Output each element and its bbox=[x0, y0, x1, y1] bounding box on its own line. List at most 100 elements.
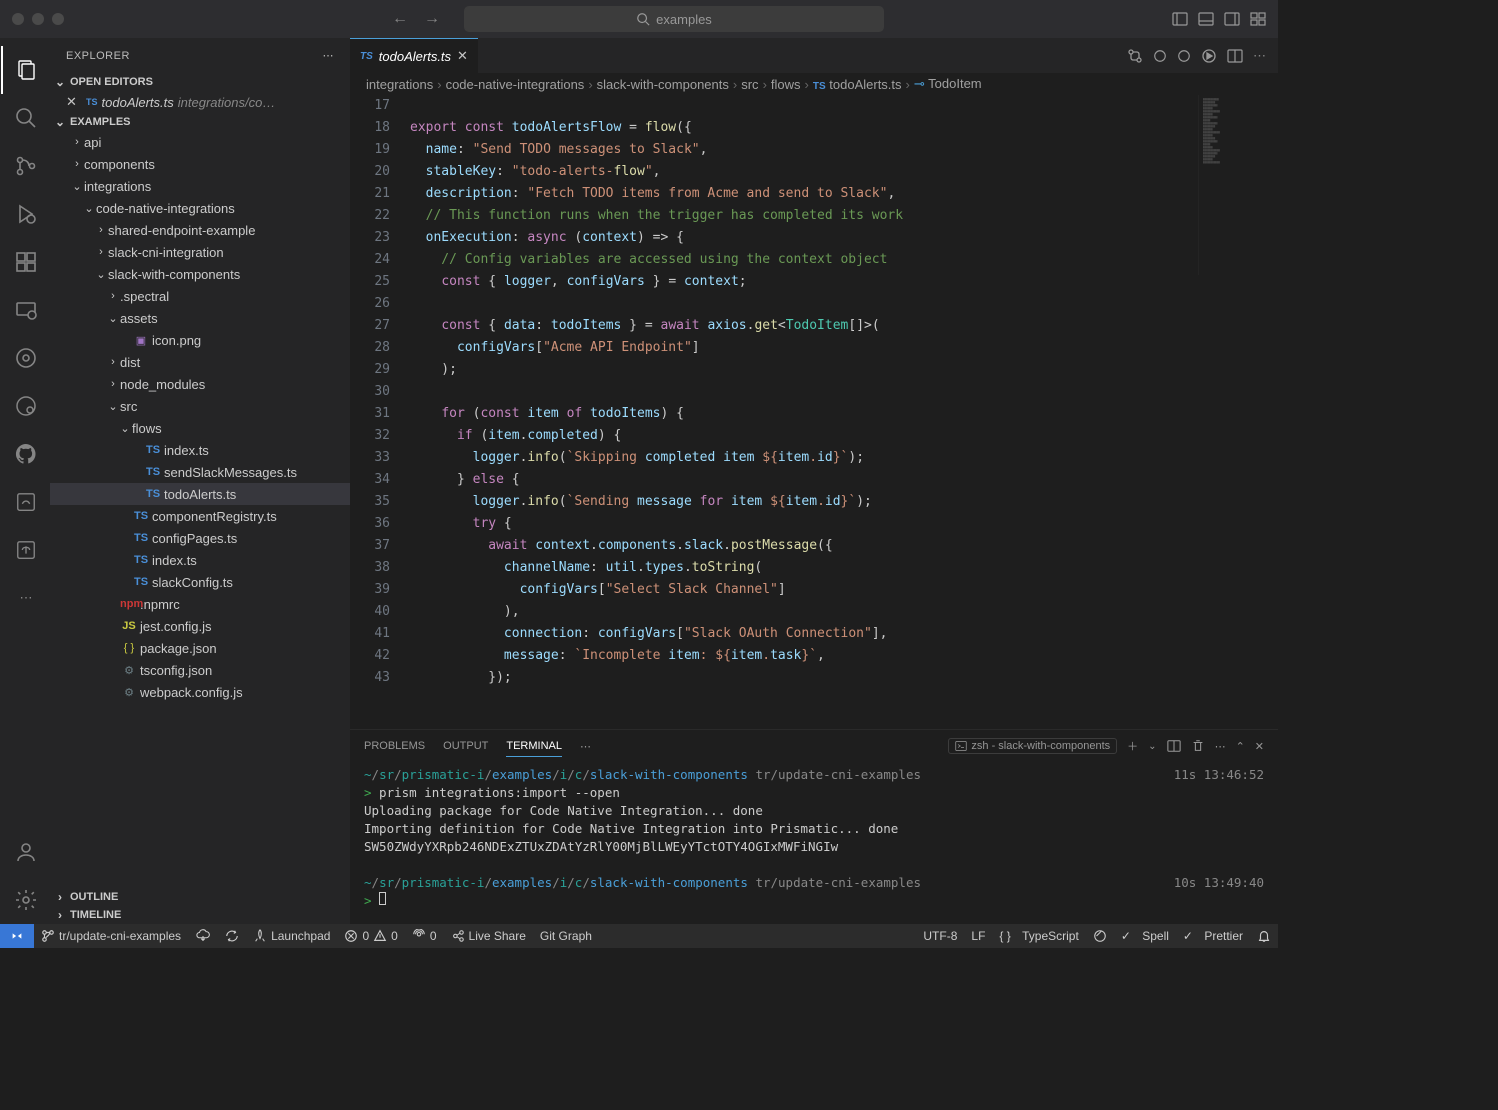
tree-folder[interactable]: ›shared-endpoint-example bbox=[50, 219, 350, 241]
close-tab-icon[interactable]: ✕ bbox=[457, 48, 468, 64]
git-compare-icon[interactable] bbox=[1127, 48, 1143, 64]
new-terminal-icon[interactable]: ＋ bbox=[1127, 738, 1138, 754]
search-view-icon[interactable] bbox=[1, 94, 49, 142]
tree-file[interactable]: TSsendSlackMessages.ts bbox=[50, 461, 350, 483]
breadcrumb-segment[interactable]: flows bbox=[771, 77, 801, 92]
encoding-status[interactable]: UTF-8 bbox=[916, 924, 964, 948]
extension-icon-1[interactable] bbox=[1, 478, 49, 526]
terminal-tab[interactable]: TERMINAL bbox=[506, 736, 562, 757]
docker-icon[interactable] bbox=[1, 382, 49, 430]
liveshare-status[interactable]: Live Share bbox=[444, 924, 533, 948]
output-tab[interactable]: OUTPUT bbox=[443, 736, 488, 756]
breadcrumb[interactable]: integrations›code-native-integrations›sl… bbox=[350, 73, 1278, 95]
eslint-status[interactable] bbox=[1086, 924, 1114, 948]
tree-file[interactable]: TStodoAlerts.ts bbox=[50, 483, 350, 505]
tree-folder[interactable]: ›node_modules bbox=[50, 373, 350, 395]
open-editors-section[interactable]: ⌄ OPEN EDITORS bbox=[50, 73, 350, 91]
panel-more-icon[interactable]: ⋯ bbox=[580, 740, 591, 753]
run-icon[interactable] bbox=[1201, 48, 1217, 64]
launchpad-status[interactable]: Launchpad bbox=[246, 924, 337, 948]
breadcrumb-segment[interactable]: slack-with-components bbox=[597, 77, 729, 92]
remote-indicator[interactable] bbox=[0, 924, 34, 948]
maximize-panel-icon[interactable]: ⌃ bbox=[1236, 740, 1245, 753]
settings-gear-icon[interactable] bbox=[1, 876, 49, 924]
source-control-view-icon[interactable] bbox=[1, 142, 49, 190]
tree-file[interactable]: JSjest.config.js bbox=[50, 615, 350, 637]
sync-icon[interactable] bbox=[218, 924, 246, 948]
tree-folder[interactable]: ⌄src bbox=[50, 395, 350, 417]
zoom-window[interactable] bbox=[52, 13, 64, 25]
nav-next-icon[interactable] bbox=[1177, 49, 1191, 63]
breadcrumb-segment[interactable]: ⊸ TodoItem bbox=[914, 76, 982, 92]
spell-status[interactable]: ✓ Spell bbox=[1114, 924, 1176, 948]
layout-panel-bottom-icon[interactable] bbox=[1198, 11, 1214, 27]
tree-file[interactable]: npm.npmrc bbox=[50, 593, 350, 615]
tree-file[interactable]: { }package.json bbox=[50, 637, 350, 659]
tree-file[interactable]: ⚙webpack.config.js bbox=[50, 681, 350, 703]
gitlens-icon[interactable] bbox=[1, 334, 49, 382]
editor-more-icon[interactable]: ⋯ bbox=[1253, 48, 1266, 64]
tree-folder[interactable]: ⌄integrations bbox=[50, 175, 350, 197]
tree-folder[interactable]: ›.spectral bbox=[50, 285, 350, 307]
notifications-icon[interactable] bbox=[1250, 924, 1278, 948]
tree-folder[interactable]: ⌄slack-with-components bbox=[50, 263, 350, 285]
close-icon[interactable]: ✕ bbox=[66, 94, 82, 110]
tree-file[interactable]: TSindex.ts bbox=[50, 549, 350, 571]
tree-file[interactable]: TScomponentRegistry.ts bbox=[50, 505, 350, 527]
open-editor-item[interactable]: ✕ TS todoAlerts.ts integrations/co… bbox=[50, 91, 350, 113]
close-panel-icon[interactable]: ✕ bbox=[1255, 740, 1264, 753]
tree-folder[interactable]: ›dist bbox=[50, 351, 350, 373]
problems-tab[interactable]: PROBLEMS bbox=[364, 736, 425, 756]
tree-file[interactable]: ▣icon.png bbox=[50, 329, 350, 351]
prettier-status[interactable]: ✓ Prettier bbox=[1176, 924, 1250, 948]
minimize-window[interactable] bbox=[32, 13, 44, 25]
accounts-icon[interactable] bbox=[1, 828, 49, 876]
breadcrumb-segment[interactable]: code-native-integrations bbox=[446, 77, 585, 92]
split-terminal-icon[interactable] bbox=[1167, 739, 1181, 753]
more-actions-icon[interactable]: ⋯ bbox=[1, 574, 49, 622]
command-center[interactable]: examples bbox=[464, 6, 884, 32]
code-editor[interactable]: 1718192021222324252627282930313233343536… bbox=[350, 95, 1278, 729]
close-window[interactable] bbox=[12, 13, 24, 25]
terminal-shell-label[interactable]: zsh - slack-with-components bbox=[948, 738, 1117, 754]
ports-status[interactable]: 0 bbox=[405, 924, 444, 948]
remote-explorer-icon[interactable] bbox=[1, 286, 49, 334]
kill-terminal-icon[interactable] bbox=[1191, 739, 1205, 753]
run-debug-view-icon[interactable] bbox=[1, 190, 49, 238]
tree-folder[interactable]: ⌄flows bbox=[50, 417, 350, 439]
nav-back-icon[interactable]: ← bbox=[392, 10, 408, 28]
outline-section[interactable]: › OUTLINE bbox=[50, 888, 350, 906]
explorer-more-icon[interactable]: ⋯ bbox=[323, 49, 335, 62]
breadcrumb-segment[interactable]: TS todoAlerts.ts bbox=[813, 77, 902, 92]
eol-status[interactable]: LF bbox=[964, 924, 992, 948]
tree-file[interactable]: TSconfigPages.ts bbox=[50, 527, 350, 549]
tree-folder[interactable]: ⌄assets bbox=[50, 307, 350, 329]
tree-folder[interactable]: ⌄code-native-integrations bbox=[50, 197, 350, 219]
minimap[interactable]: ████████████████████████████████████████… bbox=[1198, 95, 1278, 275]
nav-forward-icon[interactable]: → bbox=[424, 10, 440, 28]
gitgraph-status[interactable]: Git Graph bbox=[533, 924, 599, 948]
timeline-section[interactable]: › TIMELINE bbox=[50, 906, 350, 924]
editor-tab-active[interactable]: TS todoAlerts.ts ✕ bbox=[350, 38, 478, 73]
language-status[interactable]: { } TypeScript bbox=[992, 924, 1085, 948]
problems-status[interactable]: 0 0 bbox=[337, 924, 404, 948]
tree-folder[interactable]: ›slack-cni-integration bbox=[50, 241, 350, 263]
cloud-sync-icon[interactable] bbox=[188, 924, 218, 948]
tree-file[interactable]: TSslackConfig.ts bbox=[50, 571, 350, 593]
tree-folder[interactable]: ›api bbox=[50, 131, 350, 153]
tree-file[interactable]: TSindex.ts bbox=[50, 439, 350, 461]
terminal[interactable]: ~/sr/prismatic-i/examples/i/c/slack-with… bbox=[350, 762, 1278, 924]
breadcrumb-segment[interactable]: integrations bbox=[366, 77, 433, 92]
workspace-section[interactable]: ⌄ EXAMPLES bbox=[50, 113, 350, 131]
terminal-dropdown-icon[interactable]: ⌄ bbox=[1148, 741, 1156, 752]
nav-prev-icon[interactable] bbox=[1153, 49, 1167, 63]
tree-file[interactable]: ⚙tsconfig.json bbox=[50, 659, 350, 681]
layout-panel-left-icon[interactable] bbox=[1172, 11, 1188, 27]
layout-panel-right-icon[interactable] bbox=[1224, 11, 1240, 27]
panel-more-2-icon[interactable]: ⋯ bbox=[1215, 740, 1226, 753]
explorer-view-icon[interactable] bbox=[1, 46, 49, 94]
extension-icon-2[interactable] bbox=[1, 526, 49, 574]
breadcrumb-segment[interactable]: src bbox=[741, 77, 758, 92]
split-editor-icon[interactable] bbox=[1227, 48, 1243, 64]
git-branch-status[interactable]: tr/update-cni-examples bbox=[34, 924, 188, 948]
